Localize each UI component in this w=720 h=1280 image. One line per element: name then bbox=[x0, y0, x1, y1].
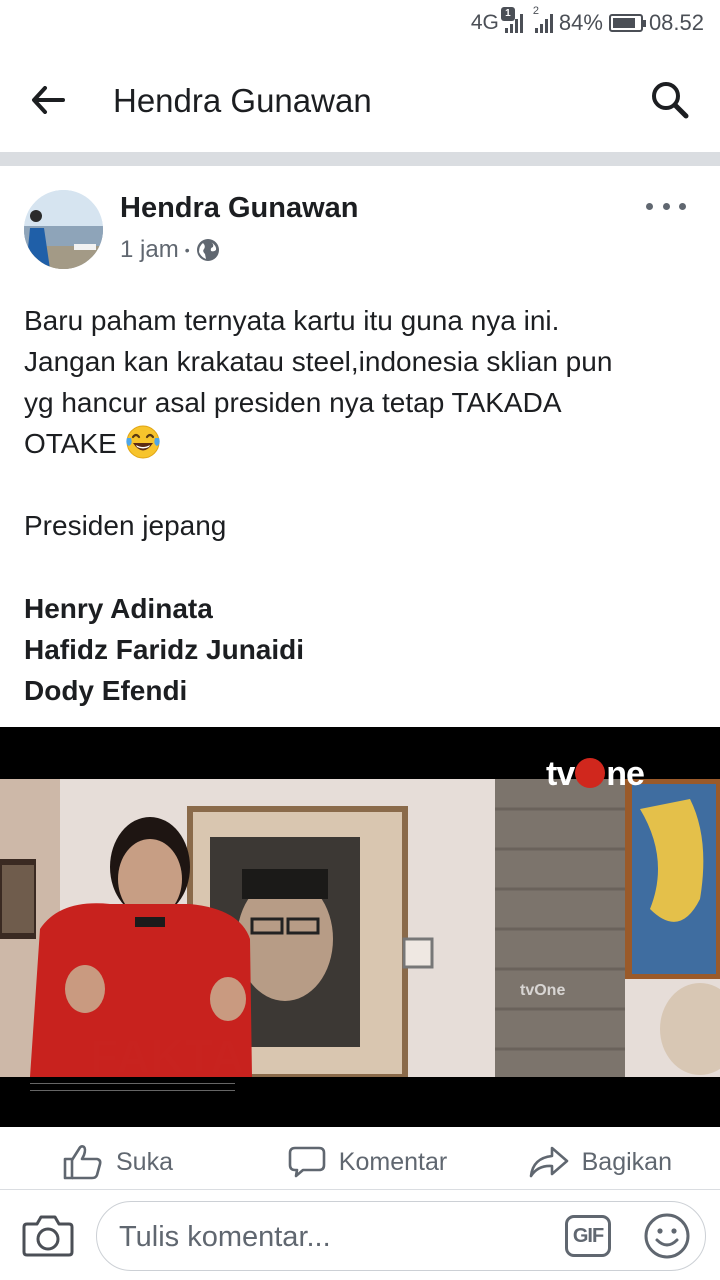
dot-icon bbox=[646, 202, 653, 210]
page-title: Hendra Gunawan bbox=[113, 82, 372, 119]
post-time[interactable]: 1 jam bbox=[120, 236, 179, 264]
post-text-line: Jangan kan krakatau steel,indonesia skli… bbox=[24, 346, 613, 377]
tagged-name[interactable]: Dody Efendi bbox=[24, 670, 304, 711]
comment-bar: GIF bbox=[0, 1189, 720, 1280]
comment-input[interactable] bbox=[119, 1216, 539, 1258]
avatar[interactable] bbox=[24, 190, 103, 269]
battery-icon bbox=[608, 14, 646, 32]
post-video[interactable]: tv ne tvOne FAKTA bbox=[0, 727, 720, 1127]
tagged-names: Henry Adinata Hafidz Faridz Junaidi Dody… bbox=[24, 588, 304, 711]
like-button[interactable]: Suka bbox=[0, 1127, 265, 1189]
smiley-icon bbox=[644, 1213, 690, 1259]
app-bar: Hendra Gunawan bbox=[0, 50, 720, 152]
comment-label: Komentar bbox=[338, 1147, 448, 1176]
camera-icon bbox=[22, 1215, 74, 1257]
post-meta: 1 jam • bbox=[120, 236, 220, 264]
camera-button[interactable] bbox=[22, 1212, 74, 1258]
globe-icon bbox=[196, 239, 219, 261]
tears-of-joy-emoji-icon bbox=[125, 425, 160, 459]
search-icon bbox=[652, 82, 689, 119]
tvone-logo: tv ne bbox=[546, 755, 645, 794]
avatar-photo bbox=[24, 190, 103, 269]
meta-separator: • bbox=[184, 242, 190, 258]
sim1-signal-icon: 1 bbox=[500, 7, 523, 33]
battery-percent: 84% bbox=[558, 10, 603, 35]
dot-icon bbox=[679, 202, 686, 210]
post-text-line-last: OTAKE bbox=[24, 423, 704, 464]
logo-text-right: ne bbox=[606, 755, 645, 793]
comment-bubble-icon bbox=[288, 1146, 326, 1178]
header-divider bbox=[0, 152, 720, 166]
network-type: 4G bbox=[470, 11, 499, 34]
comment-button[interactable]: Komentar bbox=[265, 1127, 468, 1189]
dot-icon bbox=[662, 202, 670, 210]
share-button[interactable]: Bagikan bbox=[469, 1127, 720, 1189]
logo-text-left: tv bbox=[546, 755, 575, 793]
sim2-signal-icon: 2 bbox=[533, 5, 553, 33]
post-author[interactable]: Hendra Gunawan bbox=[120, 192, 359, 225]
share-label: Bagikan bbox=[581, 1147, 672, 1176]
like-label: Suka bbox=[116, 1147, 173, 1176]
post-text-subheading: Presiden jepang bbox=[24, 510, 227, 541]
post-text-line: Baru paham ternyata kartu itu guna nya i… bbox=[24, 305, 560, 336]
gif-button[interactable]: GIF bbox=[565, 1215, 611, 1257]
sim1-badge: 1 bbox=[500, 7, 515, 21]
back-button[interactable] bbox=[26, 78, 70, 122]
video-caption-bar bbox=[30, 1083, 235, 1091]
status-icons: 4G 1 2 84% 08.52 bbox=[470, 5, 704, 36]
post-body: Baru paham ternyata kartu itu guna nya i… bbox=[24, 300, 704, 546]
video-watermark: tvOne bbox=[520, 982, 566, 999]
post-header: Hendra Gunawan 1 jam • bbox=[0, 166, 720, 276]
tagged-name[interactable]: Henry Adinata bbox=[24, 588, 304, 629]
search-button[interactable] bbox=[646, 76, 694, 124]
post-text-line: OTAKE bbox=[24, 428, 117, 459]
comment-input-wrapper: GIF bbox=[96, 1201, 706, 1271]
status-bar: 4G 1 2 84% 08.52 bbox=[0, 0, 720, 50]
post-text-line: yg hancur asal presiden nya tetap TAKADA bbox=[24, 387, 562, 418]
thumbs-up-icon bbox=[63, 1145, 102, 1180]
video-caption-overlay: FAKTA bbox=[90, 1030, 245, 1082]
post-actions: Suka Komentar Bagikan bbox=[0, 1127, 720, 1189]
post-options-button[interactable] bbox=[646, 196, 686, 216]
clock: 08.52 bbox=[648, 10, 704, 35]
share-arrow-icon bbox=[529, 1146, 568, 1178]
emoji-button[interactable] bbox=[643, 1212, 691, 1260]
arrow-left-icon bbox=[32, 86, 65, 114]
tagged-name[interactable]: Hafidz Faridz Junaidi bbox=[24, 629, 304, 670]
sim2-label: 2 bbox=[532, 5, 540, 17]
